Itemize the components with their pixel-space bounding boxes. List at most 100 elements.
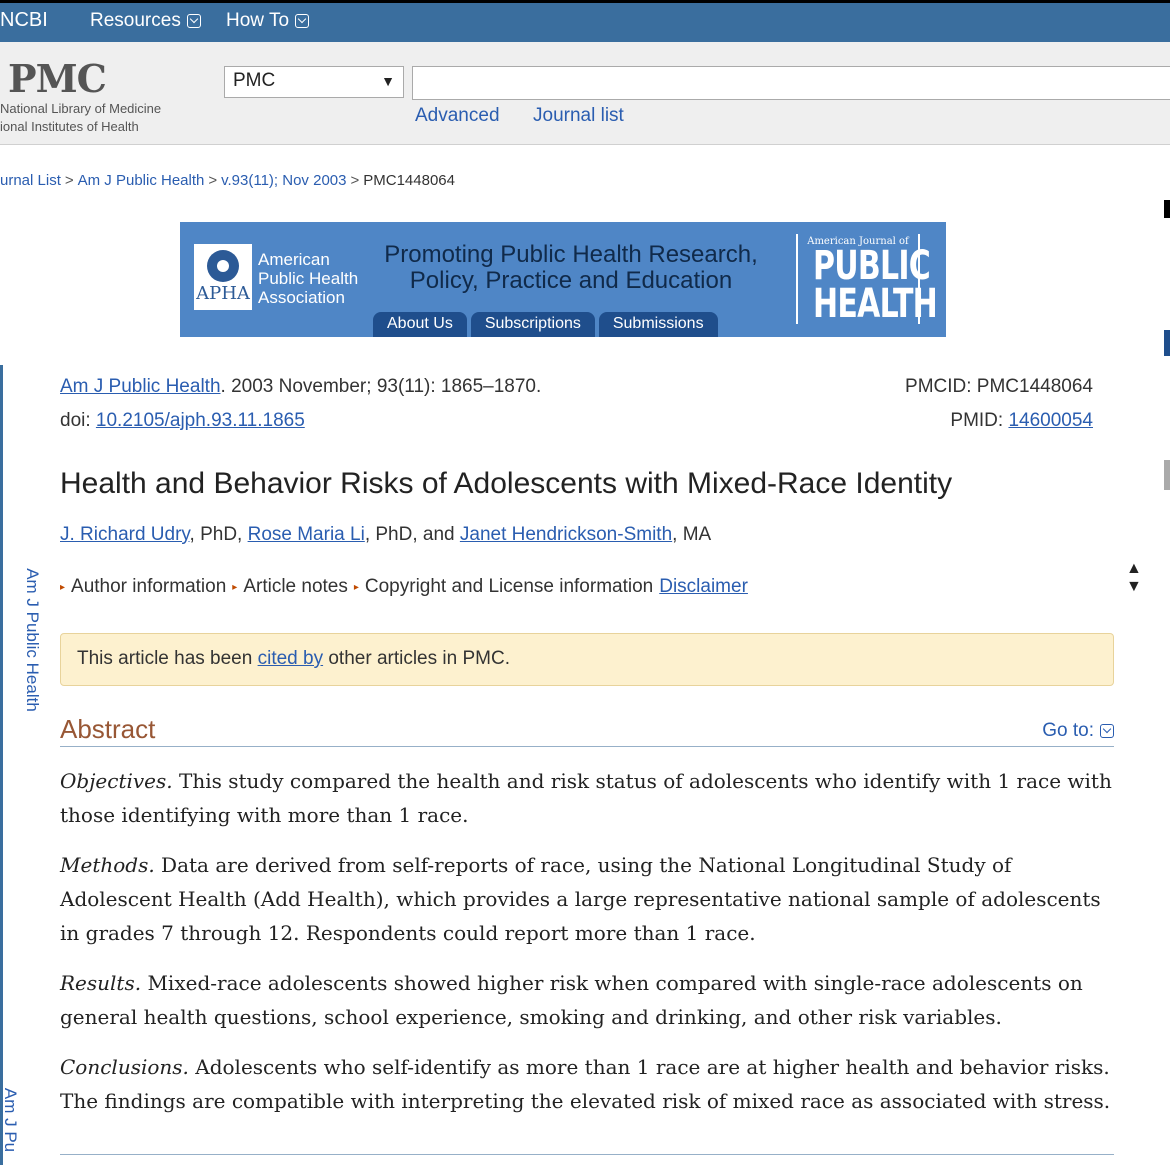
edge-mark [1164, 200, 1170, 218]
pmc-logo[interactable]: PMC [8, 56, 107, 101]
article-title: Health and Behavior Risks of Adolescents… [60, 467, 953, 500]
pmc-header: PMC National Library of Medicine ional I… [0, 42, 1170, 145]
abstract-divider [60, 746, 1114, 747]
apha-logo-text: APHA [196, 283, 250, 304]
breadcrumb: urnal List > Am J Public Health > v.93(11); … [0, 172, 455, 189]
about-us-tab[interactable]: About Us [373, 312, 467, 337]
slogan-line: Policy, Practice and Education [409, 267, 733, 294]
apha-name: American Public Health Association [258, 250, 358, 307]
ajph-line2: HEALTH [813, 281, 938, 327]
right-panel-edge [1164, 150, 1170, 1165]
cited-by-notice: This article has been cited by other art… [60, 633, 1114, 686]
abstract-heading: Abstract [60, 714, 156, 744]
author-list: J. Richard Udry, PhD, Rose Maria Li, PhD… [60, 524, 711, 546]
apha-logo: APHA [194, 244, 252, 310]
cited-by-link[interactable]: cited by [258, 648, 323, 669]
chevron-down-icon [186, 14, 201, 28]
paragraph-lead: Methods. [60, 853, 155, 877]
advanced-search-link[interactable]: Advanced [415, 105, 500, 127]
citation-date: . 2003 November; 93(11): 1865–1870. [220, 376, 542, 397]
paragraph-text: This study compared the health and risk … [60, 769, 1112, 827]
subscriptions-tab[interactable]: Subscriptions [470, 312, 595, 337]
goto-menu[interactable]: Go to: [1042, 720, 1114, 742]
abstract-paragraph-conclusions: Conclusions. Adolescents who self-identi… [60, 1050, 1112, 1118]
paragraph-text: Mixed-race adolescents showed higher ris… [60, 971, 1083, 1029]
author-link[interactable]: Janet Hendrickson-Smith [460, 524, 672, 545]
sidebar-rule [0, 365, 3, 1165]
abstract-paragraph-objectives: Objectives. This study compared the heal… [60, 764, 1112, 832]
breadcrumb-issue[interactable]: v.93(11); Nov 2003 [221, 172, 346, 189]
ncbi-home-link[interactable]: NCBI [0, 9, 48, 32]
howto-label: How To [226, 10, 290, 31]
dropdown-arrow-icon: ▼ [381, 73, 395, 89]
paragraph-text: Adolescents who self-identify as more th… [60, 1055, 1111, 1113]
doi-label: doi: [60, 410, 96, 431]
cited-suffix: other articles in PMC. [323, 648, 510, 669]
nlm-line2: ional Institutes of Health [0, 119, 139, 134]
apha-emblem-icon [207, 250, 239, 282]
goto-label: Go to: [1042, 720, 1094, 741]
author-suffix: , PhD, and [364, 524, 460, 545]
database-select-value: PMC [233, 70, 276, 91]
cited-prefix: This article has been [77, 648, 258, 669]
breadcrumb-sep: > [208, 172, 218, 189]
journal-banner[interactable]: APHA American Public Health Association … [180, 222, 946, 337]
top-edge [0, 0, 1170, 3]
article-notes-toggle[interactable]: Article notes [243, 576, 348, 598]
doi-link[interactable]: 10.2105/ajph.93.11.1865 [96, 410, 305, 431]
nlm-line1: National Library of Medicine [0, 101, 162, 116]
resize-handle-icon[interactable]: ▲ ▼ [1126, 560, 1142, 596]
apha-name-line: Association [258, 288, 345, 307]
triangle-right-icon: ▸ [60, 581, 66, 593]
article-ids: PMCID: PMC1448064 PMID: 14600054 [905, 370, 1093, 438]
ajph-logo: American Journal of PUBLIC HEALTH [796, 234, 938, 327]
chevron-down-icon [1100, 724, 1114, 738]
submissions-tab[interactable]: Submissions [598, 312, 718, 337]
apha-name-line: Public Health [258, 269, 359, 288]
howto-menu[interactable]: How To [226, 10, 310, 32]
paragraph-lead: Objectives. [60, 769, 173, 793]
edge-mark [1164, 460, 1170, 490]
paragraph-lead: Conclusions. [60, 1055, 189, 1079]
pmcid-label: PMCID: [905, 376, 977, 397]
ajph-line1: PUBLIC [813, 243, 931, 289]
journal-link[interactable]: Am J Public Health [60, 376, 221, 397]
resources-menu[interactable]: Resources [90, 10, 201, 32]
section-divider [60, 1154, 1114, 1155]
slogan-line: Promoting Public Health Research, [384, 241, 758, 268]
breadcrumb-journal-list[interactable]: urnal List [0, 172, 61, 189]
disclaimer-link[interactable]: Disclaimer [659, 576, 748, 598]
author-suffix: , MA [672, 524, 712, 545]
apha-name-line: American [258, 250, 330, 269]
abstract-paragraph-methods: Methods. Data are derived from self-repo… [60, 848, 1112, 950]
database-select[interactable]: PMC ▼ [224, 66, 404, 98]
search-input[interactable] [412, 66, 1170, 100]
chevron-down-icon [295, 14, 310, 28]
breadcrumb-sep: > [350, 172, 360, 189]
sidebar-journal-tab[interactable]: Am J Public Health [22, 568, 42, 712]
author-information-toggle[interactable]: Author information [71, 576, 226, 598]
pmcid-value: PMC1448064 [976, 376, 1093, 397]
edge-mark [1164, 330, 1170, 356]
pmid-link[interactable]: 14600054 [1008, 410, 1093, 431]
triangle-right-icon: ▸ [232, 581, 238, 593]
paragraph-text: Data are derived from self-reports of ra… [60, 853, 1101, 945]
abstract-paragraph-results: Results. Mixed-race adolescents showed h… [60, 966, 1112, 1034]
copyright-toggle[interactable]: Copyright and License information [365, 576, 653, 598]
sidebar-journal-tab-2[interactable]: Am J Pu [0, 1088, 20, 1152]
author-suffix: , PhD, [189, 524, 248, 545]
journal-list-link[interactable]: Journal list [533, 105, 624, 127]
author-link[interactable]: Rose Maria Li [248, 524, 365, 545]
banner-slogan: Promoting Public Health Research, Policy… [376, 242, 766, 294]
article-info-row: ▸ Author information ▸ Article notes ▸ C… [60, 576, 748, 598]
resources-label: Resources [90, 10, 181, 31]
nlm-text: National Library of Medicine ional Insti… [0, 100, 161, 136]
author-link[interactable]: J. Richard Udry [60, 524, 190, 545]
pmid-label: PMID: [950, 410, 1009, 431]
breadcrumb-sep: > [64, 172, 74, 189]
triangle-right-icon: ▸ [353, 581, 359, 593]
breadcrumb-current: PMC1448064 [363, 172, 455, 189]
ncbi-topbar: NCBI Resources How To [0, 0, 1170, 42]
breadcrumb-journal[interactable]: Am J Public Health [78, 172, 205, 189]
paragraph-lead: Results. [60, 971, 142, 995]
